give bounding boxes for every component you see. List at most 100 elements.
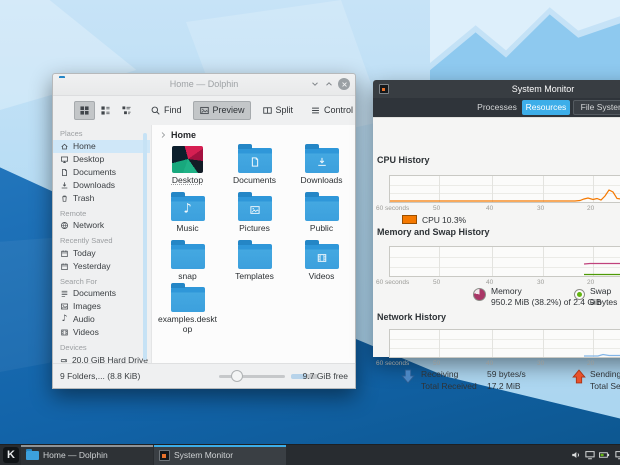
- sidebar-item-desktop[interactable]: Desktop: [53, 153, 150, 166]
- axis-30: 30: [537, 361, 544, 368]
- tab-resources[interactable]: Resources: [522, 100, 570, 115]
- sidebar-item-search-audio[interactable]: ♪Audio: [53, 313, 150, 326]
- folder-icon: [171, 287, 205, 312]
- breadcrumb-home[interactable]: Home: [171, 131, 196, 140]
- audio-volume-icon[interactable]: [570, 449, 582, 461]
- folder-item-documents[interactable]: Documents: [221, 143, 288, 191]
- selection-summary: 9 Folders,... (8.8 KiB): [60, 372, 140, 381]
- sidebar-item-network[interactable]: Network: [53, 219, 150, 232]
- places-panel: Places Home Desktop Documents Downloads …: [53, 125, 150, 364]
- cpu-history-chart: [389, 175, 620, 203]
- sidebar-item-search-documents[interactable]: Documents: [53, 287, 150, 300]
- swap-legend-label: Swap: [590, 287, 611, 296]
- receiving-rate-value: 59 bytes/s: [487, 370, 526, 379]
- folder-icon: [305, 244, 339, 269]
- maximize-icon[interactable]: [324, 79, 334, 89]
- clipped-tray-icon[interactable]: [614, 449, 620, 461]
- sending-arrow-icon: [572, 369, 586, 384]
- sidebar-item-downloads[interactable]: Downloads: [53, 179, 150, 192]
- sidebar-item-home[interactable]: Home: [53, 140, 150, 153]
- folder-item-snap[interactable]: snap: [154, 239, 221, 287]
- breadcrumb[interactable]: Home: [152, 125, 355, 141]
- cpu-usage-line: [390, 176, 620, 202]
- folder-icon: [26, 451, 39, 460]
- network-history-heading: Network History: [377, 313, 446, 322]
- preview-button[interactable]: Preview: [193, 101, 251, 120]
- minimize-icon[interactable]: [310, 79, 320, 89]
- folder-item-music[interactable]: ♪Music: [154, 191, 221, 239]
- sidebar-item-search-images[interactable]: Images: [53, 300, 150, 313]
- sidebar-item-search-videos[interactable]: Videos: [53, 326, 150, 339]
- desktop-folder-preview-icon: [172, 146, 203, 173]
- sidebar-item-yesterday[interactable]: Yesterday: [53, 260, 150, 273]
- sidebar-scrollbar[interactable]: [143, 133, 147, 360]
- axis-40: 40: [486, 361, 493, 368]
- axis-50: 50: [433, 361, 440, 368]
- folder-icon: [238, 244, 272, 269]
- dolphin-titlebar[interactable]: Home — Dolphin: [53, 74, 355, 96]
- folder-item-desktop[interactable]: Desktop: [154, 143, 221, 191]
- preview-label: Preview: [213, 106, 245, 115]
- folder-item-videos[interactable]: Videos: [288, 239, 355, 287]
- folder-item-templates[interactable]: Templates: [221, 239, 288, 287]
- find-button[interactable]: Find: [144, 101, 188, 120]
- control-button[interactable]: Control: [304, 101, 359, 120]
- total-received-label: Total Received: [421, 382, 477, 391]
- application-launcher-icon[interactable]: K: [3, 447, 19, 463]
- memory-legend-label: Memory: [491, 287, 522, 296]
- music-note-icon: ♪: [183, 203, 191, 216]
- folder-item-downloads[interactable]: Downloads: [288, 143, 355, 191]
- sidebar-item-documents[interactable]: Documents: [53, 166, 150, 179]
- folder-item-pictures[interactable]: Pictures: [221, 191, 288, 239]
- network-lines: [390, 330, 620, 357]
- total-received-value: 17.2 MiB: [487, 382, 521, 391]
- sidebar-item-today[interactable]: Today: [53, 247, 150, 260]
- split-button[interactable]: Split: [256, 101, 300, 120]
- split-label: Split: [276, 106, 294, 115]
- find-label: Find: [164, 106, 182, 115]
- compact-view-button[interactable]: [95, 101, 116, 120]
- folder-icon: [171, 244, 205, 269]
- folder-item-examples-desktop[interactable]: examples.desktop: [154, 287, 221, 335]
- close-icon[interactable]: [338, 78, 350, 90]
- section-header-search-for: Search For: [53, 273, 150, 288]
- swap-legend-value: 0 bytes (0.: [590, 298, 620, 307]
- cpu-history-heading: CPU History: [377, 156, 430, 165]
- control-label: Control: [324, 106, 353, 115]
- axis-20: 20: [587, 361, 594, 368]
- cpu-legend-swatch: [402, 215, 417, 224]
- folder-icon: [238, 148, 272, 173]
- section-header-remote: Remote: [53, 205, 150, 220]
- cpu-legend-label: CPU: [422, 216, 440, 225]
- resources-panel: CPU History 60 seconds 50 40 30 20 CPU 1…: [373, 117, 620, 357]
- zoom-slider-track[interactable]: [219, 375, 285, 378]
- memory-swap-chart: [389, 246, 620, 277]
- task-label: Home — Dolphin: [43, 451, 108, 460]
- swap-pie-icon: [574, 289, 585, 300]
- tab-file-systems[interactable]: File Systems: [573, 100, 620, 115]
- icons-view-button[interactable]: [74, 101, 95, 120]
- folder-item-public[interactable]: Public: [288, 191, 355, 239]
- task-system-monitor[interactable]: System Monitor: [154, 445, 286, 465]
- zoom-slider-knob[interactable]: [231, 370, 243, 382]
- system-monitor-window[interactable]: System Monitor Processes Resources File …: [373, 80, 620, 357]
- axis-30: 30: [537, 280, 544, 287]
- system-monitor-titlebar[interactable]: System Monitor: [373, 80, 620, 99]
- tab-processes[interactable]: Processes: [473, 100, 521, 115]
- taskbar: K Home — Dolphin System Monitor: [0, 444, 620, 465]
- task-dolphin[interactable]: Home — Dolphin: [21, 445, 153, 465]
- system-monitor-title: System Monitor: [373, 85, 620, 94]
- folder-icon: ♪: [171, 196, 205, 221]
- axis-60-seconds: 60 seconds: [376, 206, 409, 213]
- sidebar-item-trash[interactable]: Trash: [53, 192, 150, 205]
- dolphin-window[interactable]: Home — Dolphin Find Preview: [52, 73, 356, 389]
- axis-50: 50: [433, 280, 440, 287]
- axis-60-seconds: 60 seconds: [376, 280, 409, 287]
- battery-icon[interactable]: [598, 449, 610, 461]
- display-icon[interactable]: [584, 449, 596, 461]
- details-view-button[interactable]: [116, 101, 137, 120]
- memory-pie-icon: [473, 288, 486, 301]
- dolphin-toolbar: Find Preview Split Control: [53, 95, 355, 125]
- folder-view[interactable]: Home Desktop Documents Downloads ♪Music …: [151, 125, 355, 364]
- music-note-icon: ♪: [60, 315, 69, 324]
